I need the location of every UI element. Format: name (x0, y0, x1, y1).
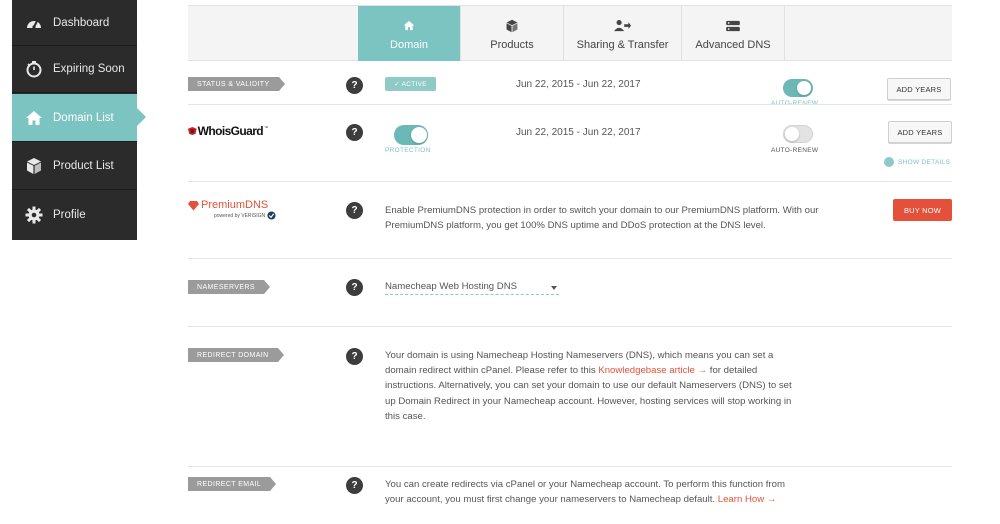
tab-label: Domain (390, 38, 428, 51)
whoisguard-protection-toggle[interactable] (394, 125, 428, 145)
tab-domain[interactable]: Domain (358, 6, 460, 61)
whoisguard-add-years-button[interactable]: ADD YEARS (888, 121, 952, 143)
tab-label: Products (490, 38, 534, 51)
sidebar-item-label: Product List (53, 160, 114, 172)
box-icon (24, 156, 44, 176)
whoisguard-auto-renew-label: AUTO-RENEW (771, 147, 819, 154)
sidebar-item-domain-list[interactable]: Domain List (12, 94, 146, 142)
row-divider (188, 326, 952, 327)
protection-label: PROTECTION (385, 147, 431, 154)
sidebar-item-label: Dashboard (53, 16, 110, 29)
show-details-label: SHOW DETAILS (898, 158, 951, 166)
premiumdns-diamond-icon (188, 200, 199, 210)
dashboard-gauge-icon (24, 13, 44, 33)
tab-products[interactable]: Products (460, 6, 563, 61)
redirect-email-description: You can create redirects via cPanel or y… (385, 477, 805, 507)
redirect-email-help-button[interactable]: ? (346, 477, 363, 494)
gear-icon (24, 205, 44, 225)
info-dot-icon (884, 157, 894, 167)
whoisguard-auto-renew-toggle[interactable] (783, 125, 813, 143)
nameservers-tag: NAMESERVERS (188, 280, 270, 294)
redirect-email-tag: REDIRECT EMAIL (188, 477, 277, 491)
toggle-knob (411, 127, 427, 143)
box-icon (505, 17, 519, 35)
tab-sharing-transfer[interactable]: Sharing & Transfer (563, 6, 681, 61)
trademark-icon: ™ (264, 124, 268, 130)
sidebar-item-label: Expiring Soon (53, 63, 125, 75)
row-divider (188, 104, 952, 105)
toggle-knob (785, 127, 799, 141)
user-transfer-icon (614, 17, 631, 35)
redirect-domain-description: Your domain is using Namecheap Hosting N… (385, 348, 803, 424)
row-divider (188, 258, 952, 259)
premiumdns-logo-text: PremiumDNS (201, 199, 269, 211)
chevron-down-icon (551, 286, 557, 290)
stopwatch-icon (24, 59, 44, 79)
auto-renew-toggle[interactable] (783, 79, 813, 97)
tab-label: Sharing & Transfer (576, 38, 669, 51)
verisign-check-icon (267, 211, 276, 220)
domain-tab-bar: Domain Products Sharing & Transfer Advan… (188, 5, 952, 61)
sidebar-item-label: Profile (53, 209, 86, 221)
row-divider (188, 181, 952, 182)
sidebar-item-expiring-soon[interactable]: Expiring Soon (12, 46, 137, 93)
status-validity-tag: STATUS & VALIDITY (188, 77, 285, 91)
knowledgebase-article-link[interactable]: Knowledgebase article → (598, 365, 707, 376)
status-badge: ✓ ACTIVE (385, 77, 436, 91)
nameservers-help-button[interactable]: ? (346, 279, 363, 296)
tab-advanced-dns[interactable]: Advanced DNS (681, 6, 785, 61)
nameservers-select[interactable]: Namecheap Web Hosting DNS (385, 281, 559, 295)
toggle-knob (797, 81, 811, 95)
buy-now-button[interactable]: BUY NOW (893, 199, 952, 221)
redirect-domain-help-button[interactable]: ? (346, 348, 363, 365)
show-details-link[interactable]: SHOW DETAILS (884, 157, 950, 167)
sidebar-item-profile[interactable]: Profile (12, 191, 137, 239)
nameservers-selected-value: Namecheap Web Hosting DNS (385, 281, 518, 292)
status-dates: Jun 22, 2015 - Jun 22, 2017 (516, 79, 641, 90)
sidebar-item-dashboard[interactable]: Dashboard (12, 0, 137, 46)
learn-how-link[interactable]: Learn How → (718, 494, 777, 505)
server-icon (725, 17, 741, 35)
whoisguard-dates: Jun 22, 2015 - Jun 22, 2017 (516, 127, 641, 138)
whoisguard-logo: WhoisGuard ™ (188, 123, 268, 139)
status-help-button[interactable]: ? (346, 77, 363, 94)
whoisguard-help-button[interactable]: ? (346, 124, 363, 141)
add-years-button[interactable]: ADD YEARS (887, 78, 951, 100)
whoisguard-shield-icon (188, 126, 197, 136)
row-divider (188, 466, 952, 467)
redirect-domain-tag: REDIRECT DOMAIN (188, 348, 284, 362)
sidebar: Dashboard Expiring Soon Domain List Prod… (12, 0, 146, 240)
tab-label: Advanced DNS (695, 38, 771, 51)
sidebar-item-label: Domain List (53, 111, 114, 124)
premiumdns-help-button[interactable]: ? (346, 202, 363, 219)
home-icon (24, 108, 44, 128)
home-icon (403, 17, 415, 35)
powered-by-text: powered by VERISIGN (214, 212, 266, 219)
sidebar-item-product-list[interactable]: Product List (12, 143, 137, 190)
premiumdns-logo: PremiumDNS powered by VERISIGN (188, 199, 298, 223)
premiumdns-description: Enable PremiumDNS protection in order to… (385, 205, 819, 232)
whoisguard-logo-text: WhoisGuard (197, 124, 264, 138)
